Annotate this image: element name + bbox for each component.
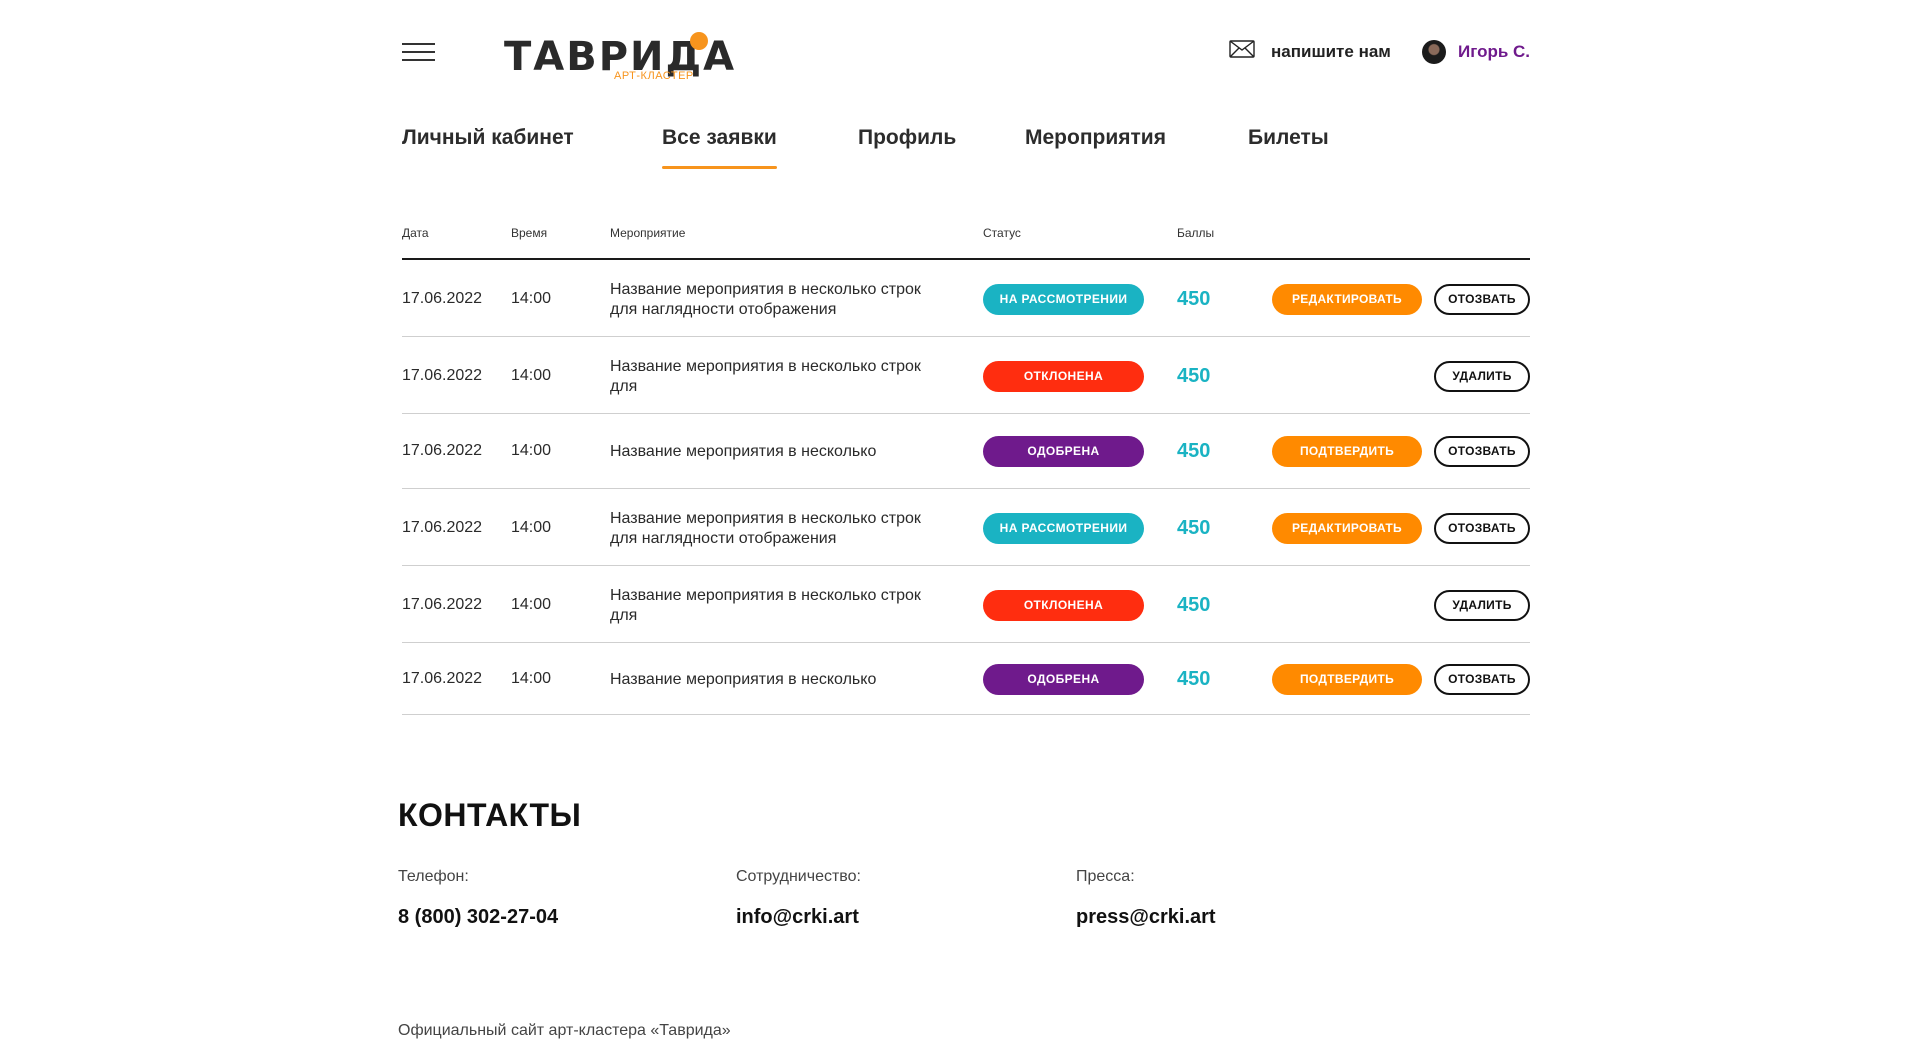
phone-label: Телефон: xyxy=(398,868,469,885)
row-points: 450 xyxy=(1177,365,1211,387)
tab-personal-account[interactable]: Личный кабинет xyxy=(402,126,574,150)
column-event: Мероприятие xyxy=(610,226,686,240)
row-event: Название мероприятия в несколько строк д… xyxy=(610,358,921,395)
status-badge: ОТКЛОНЕНА xyxy=(983,590,1144,621)
avatar xyxy=(1422,40,1446,64)
delete-button[interactable]: УДАЛИТЬ xyxy=(1434,590,1530,621)
column-date: Дата xyxy=(402,226,429,240)
envelope-icon xyxy=(1229,40,1255,63)
row-date: 17.06.2022 xyxy=(402,367,483,384)
table-row: 17.06.2022 14:00 Название мероприятия в … xyxy=(402,643,1530,715)
column-points: Баллы xyxy=(1177,226,1215,240)
write-us-link[interactable]: напишите нам xyxy=(1229,40,1391,63)
logo[interactable]: ТАВРИДА АРТ-КЛАСТЕР xyxy=(504,30,734,86)
press-label: Пресса: xyxy=(1076,868,1135,885)
row-event: Название мероприятия в несколько строк д… xyxy=(610,510,921,547)
write-us-label: напишите нам xyxy=(1271,41,1391,61)
row-time: 14:00 xyxy=(511,519,552,536)
menu-icon[interactable] xyxy=(402,43,435,61)
table-row: 17.06.2022 14:00 Название мероприятия в … xyxy=(402,489,1530,566)
confirm-button[interactable]: ПОДТВЕРДИТЬ xyxy=(1272,436,1422,467)
row-event: Название мероприятия в несколько xyxy=(610,671,877,688)
table-row: 17.06.2022 14:00 Название мероприятия в … xyxy=(402,566,1530,643)
tab-all-applications[interactable]: Все заявки xyxy=(662,126,777,169)
row-points: 450 xyxy=(1177,288,1211,310)
withdraw-button[interactable]: ОТОЗВАТЬ xyxy=(1434,664,1530,695)
withdraw-button[interactable]: ОТОЗВАТЬ xyxy=(1434,513,1530,544)
status-badge: ОТКЛОНЕНА xyxy=(983,361,1144,392)
tab-tickets[interactable]: Билеты xyxy=(1248,126,1329,150)
row-time: 14:00 xyxy=(511,596,552,613)
cooperation-email-link[interactable]: info@crki.art xyxy=(736,906,859,929)
row-points: 450 xyxy=(1177,440,1211,462)
row-event: Название мероприятия в несколько xyxy=(610,443,877,460)
table-row: 17.06.2022 14:00 Название мероприятия в … xyxy=(402,337,1530,414)
row-points: 450 xyxy=(1177,594,1211,616)
withdraw-button[interactable]: ОТОЗВАТЬ xyxy=(1434,284,1530,315)
footer-note: Официальный сайт арт-кластера «Таврида» xyxy=(398,1022,731,1039)
logo-subtitle: АРТ-КЛАСТЕР xyxy=(614,70,694,82)
table-header: Дата Время Мероприятие Статус Баллы xyxy=(402,224,1530,260)
status-badge: ОДОБРЕНА xyxy=(983,436,1144,467)
status-badge: НА РАССМОТРЕНИИ xyxy=(983,284,1144,315)
phone-link[interactable]: 8 (800) 302-27-04 xyxy=(398,906,558,929)
confirm-button[interactable]: ПОДТВЕРДИТЬ xyxy=(1272,664,1422,695)
row-event: Название мероприятия в несколько строк д… xyxy=(610,281,921,318)
row-date: 17.06.2022 xyxy=(402,290,483,307)
table-row: 17.06.2022 14:00 Название мероприятия в … xyxy=(402,260,1530,337)
table-row: 17.06.2022 14:00 Название мероприятия в … xyxy=(402,414,1530,489)
row-time: 14:00 xyxy=(511,367,552,384)
row-points: 450 xyxy=(1177,517,1211,539)
row-date: 17.06.2022 xyxy=(402,596,483,613)
contacts-title: КОНТАКТЫ xyxy=(398,797,582,833)
row-date: 17.06.2022 xyxy=(402,519,483,536)
column-time: Время xyxy=(511,226,548,240)
row-points: 450 xyxy=(1177,668,1211,690)
row-event: Название мероприятия в несколько строк д… xyxy=(610,587,921,624)
user-menu[interactable]: Игорь С. xyxy=(1422,40,1530,64)
press-email-link[interactable]: press@crki.art xyxy=(1076,906,1216,929)
delete-button[interactable]: УДАЛИТЬ xyxy=(1434,361,1530,392)
tab-events[interactable]: Мероприятия xyxy=(1025,126,1166,150)
logo-dot-icon xyxy=(690,32,708,50)
withdraw-button[interactable]: ОТОЗВАТЬ xyxy=(1434,436,1530,467)
edit-button[interactable]: РЕДАКТИРОВАТЬ xyxy=(1272,284,1422,315)
column-status: Статус xyxy=(983,226,1021,240)
row-date: 17.06.2022 xyxy=(402,442,483,459)
status-badge: ОДОБРЕНА xyxy=(983,664,1144,695)
user-name: Игорь С. xyxy=(1458,42,1531,61)
cooperation-label: Сотрудничество: xyxy=(736,868,861,885)
edit-button[interactable]: РЕДАКТИРОВАТЬ xyxy=(1272,513,1422,544)
row-time: 14:00 xyxy=(511,670,552,687)
page: ТАВРИДА АРТ-КЛАСТЕР напишите нам Игорь С… xyxy=(0,0,1918,1063)
row-time: 14:00 xyxy=(511,290,552,307)
status-badge: НА РАССМОТРЕНИИ xyxy=(983,513,1144,544)
row-date: 17.06.2022 xyxy=(402,670,483,687)
row-time: 14:00 xyxy=(511,442,552,459)
tab-profile[interactable]: Профиль xyxy=(858,126,956,150)
